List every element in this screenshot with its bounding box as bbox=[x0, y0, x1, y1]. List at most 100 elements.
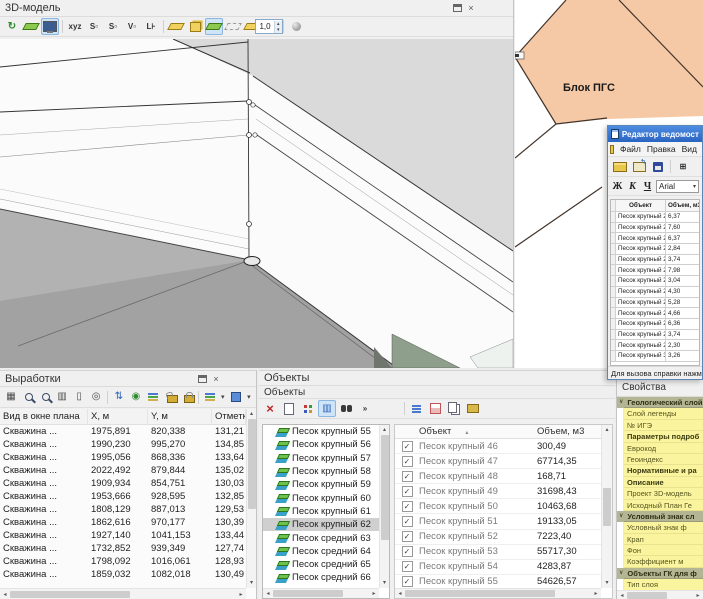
scroll-thumb[interactable] bbox=[248, 419, 256, 509]
plan-view-icon[interactable]: ▦ bbox=[3, 389, 19, 406]
objects-table-hscrollbar[interactable]: ◂ ▸ bbox=[395, 588, 601, 598]
3d-viewport-render[interactable] bbox=[0, 39, 513, 368]
underline-button[interactable]: Ч bbox=[641, 181, 654, 192]
list-blue-icon[interactable] bbox=[407, 400, 425, 417]
object-row[interactable]: Песок крупный 53 55717,30 bbox=[395, 545, 601, 560]
vyrabotki-vscrollbar[interactable]: ▴ ▾ bbox=[246, 409, 256, 588]
scroll-thumb[interactable] bbox=[405, 590, 555, 597]
tree-settings-icon[interactable] bbox=[299, 400, 317, 417]
object-row[interactable]: Песок крупный 47 67714,35 bbox=[395, 454, 601, 469]
open-folder-icon[interactable] bbox=[611, 158, 629, 175]
lock-open-icon[interactable] bbox=[162, 389, 178, 406]
col-h[interactable]: Отметка H, м bbox=[212, 409, 246, 424]
table-row[interactable]: Песок крупный 2 3,74 bbox=[611, 255, 699, 266]
active-layer-icon[interactable] bbox=[205, 18, 223, 35]
borehole-row[interactable]: Скважина ... 1909,934 854,751 130,03 bbox=[0, 477, 246, 490]
row-checkbox[interactable] bbox=[402, 486, 413, 497]
prop-geoindex[interactable]: ∨ Геоиндекс bbox=[617, 454, 703, 465]
prop-detail-params[interactable]: ∨ Параметры подроб bbox=[617, 431, 703, 442]
prop-normative[interactable]: ∨ Нормативные и ра bbox=[617, 465, 703, 476]
volume-icon[interactable]: V▫ bbox=[123, 18, 141, 35]
prop-hatch[interactable]: ∨ Крап bbox=[617, 534, 703, 545]
list-item[interactable]: Песок средний 66 bbox=[263, 571, 379, 584]
borehole-row[interactable]: Скважина ... 1732,852 939,349 127,74 bbox=[0, 542, 246, 555]
borehole-row[interactable]: Скважина ... 1927,140 1041,153 133,44 bbox=[0, 529, 246, 542]
borehole-row[interactable]: Скважина ... 1859,032 1082,018 130,49 bbox=[0, 568, 246, 581]
scroll-left-icon[interactable]: ◂ bbox=[395, 590, 405, 597]
table-row[interactable]: Песок крупный 2 5,28 bbox=[611, 298, 699, 309]
columns-icon[interactable]: ▥ bbox=[318, 400, 336, 417]
object-row[interactable]: Песок крупный 46 300,49 bbox=[395, 439, 601, 454]
row-checkbox[interactable] bbox=[402, 441, 413, 452]
cube-icon[interactable] bbox=[186, 18, 204, 35]
borehole-row[interactable]: Скважина ... 1953,666 928,595 132,85 bbox=[0, 490, 246, 503]
scroll-thumb[interactable] bbox=[273, 590, 343, 597]
col-plan-view[interactable]: Вид в окне плана bbox=[0, 409, 88, 424]
row-checkbox[interactable] bbox=[402, 561, 413, 572]
point-target-icon[interactable]: ◎ bbox=[88, 389, 104, 406]
color-swatch-icon[interactable] bbox=[228, 389, 244, 406]
save-icon[interactable] bbox=[649, 158, 667, 175]
more-button[interactable]: » bbox=[356, 400, 374, 417]
scroll-right-icon[interactable]: ▸ bbox=[591, 590, 601, 597]
scroll-thumb[interactable] bbox=[603, 488, 611, 526]
length-icon[interactable]: L⊦ bbox=[142, 18, 160, 35]
col-y[interactable]: Y, м bbox=[148, 409, 212, 424]
object-row[interactable]: Песок крупный 48 168,71 bbox=[395, 469, 601, 484]
row-checkbox[interactable] bbox=[402, 471, 413, 482]
scroll-left-icon[interactable]: ◂ bbox=[0, 591, 10, 598]
objects-list-vscrollbar[interactable]: ▴ ▾ bbox=[379, 425, 389, 588]
list-style-icon[interactable] bbox=[202, 389, 218, 406]
menu-item[interactable]: Файл bbox=[617, 143, 644, 155]
refresh-icon[interactable]: ↻ bbox=[3, 18, 21, 35]
menu-item[interactable]: Вид bbox=[679, 143, 700, 155]
scroll-left-icon[interactable]: ◂ bbox=[263, 590, 273, 597]
export-layer-icon[interactable] bbox=[22, 18, 40, 35]
row-checkbox[interactable] bbox=[402, 531, 413, 542]
scroll-thumb[interactable] bbox=[10, 591, 130, 598]
col-x[interactable]: X, м bbox=[88, 409, 148, 424]
list-item[interactable]: Песок крупный 55 bbox=[263, 425, 379, 438]
layers-icon[interactable] bbox=[145, 389, 161, 406]
prop-source-plan[interactable]: ∨ Исходный План Ге bbox=[617, 500, 703, 511]
list-item[interactable]: Песок крупный 59 bbox=[263, 478, 379, 491]
prop-layer-legend[interactable]: ∨ Слой легенды bbox=[617, 408, 703, 419]
scroll-right-icon[interactable]: ▸ bbox=[236, 591, 246, 598]
prop-section-symbol[interactable]: ∨ Условный знак сл bbox=[617, 511, 703, 522]
preview-icon[interactable] bbox=[280, 400, 298, 417]
object-row[interactable]: Песок крупный 54 4283,87 bbox=[395, 560, 601, 575]
col-volume[interactable]: Объем, м3 bbox=[537, 426, 601, 437]
borehole-row[interactable]: Скважина ... 1862,616 970,177 130,39 bbox=[0, 516, 246, 529]
visibility-icon[interactable]: ◉ bbox=[128, 389, 144, 406]
table-row[interactable]: Песок крупный 2 2,84 bbox=[611, 244, 699, 255]
scroll-thumb[interactable] bbox=[381, 435, 389, 540]
list-item[interactable]: Песок крупный 62 bbox=[263, 518, 379, 531]
zoom-area-icon[interactable] bbox=[37, 389, 53, 406]
menu-item[interactable]: Правка bbox=[644, 143, 679, 155]
object-row[interactable]: Песок крупный 50 10463,68 bbox=[395, 499, 601, 514]
separator[interactable] bbox=[60, 19, 65, 35]
scroll-down-icon[interactable]: ▾ bbox=[605, 578, 608, 588]
objects-list-hscrollbar[interactable]: ◂ ▸ bbox=[263, 588, 379, 598]
object-row[interactable]: Песок крупный 51 19133,05 bbox=[395, 514, 601, 529]
copy-icon[interactable] bbox=[445, 400, 463, 417]
display-settings-icon[interactable] bbox=[41, 18, 59, 35]
zoom-spinner[interactable]: 1,0 ▴▾ bbox=[255, 19, 283, 34]
prop-coefficient[interactable]: ∨ Коэффициент м bbox=[617, 556, 703, 567]
scroll-down-icon[interactable]: ▾ bbox=[383, 578, 386, 588]
prop-section-geological-layer[interactable]: ∨ Геологический слой bbox=[617, 397, 703, 408]
row-checkbox[interactable] bbox=[402, 501, 413, 512]
object-row[interactable]: Песок крупный 52 7223,40 bbox=[395, 530, 601, 545]
table-row[interactable]: Песок крупный 2 2,30 bbox=[611, 340, 699, 351]
surface-square-icon[interactable]: S▫ bbox=[104, 18, 122, 35]
separator[interactable] bbox=[161, 19, 166, 35]
prop-3d-project[interactable]: ∨ Проект 3D-модель bbox=[617, 488, 703, 499]
list-item[interactable]: Песок крупный 60 bbox=[263, 491, 379, 504]
borehole-row[interactable]: Скважина ... 1990,230 995,270 134,85 bbox=[0, 438, 246, 451]
list-item[interactable]: Песок крупный 57 bbox=[263, 452, 379, 465]
borehole-row[interactable]: Скважина ... 1808,129 887,013 129,53 bbox=[0, 503, 246, 516]
row-checkbox[interactable] bbox=[402, 516, 413, 527]
properties-hscrollbar[interactable]: ◂ ▸ bbox=[617, 590, 703, 599]
scroll-right-icon[interactable]: ▸ bbox=[369, 590, 379, 597]
borehole-row[interactable]: Скважина ... 1995,056 868,336 133,64 bbox=[0, 451, 246, 464]
